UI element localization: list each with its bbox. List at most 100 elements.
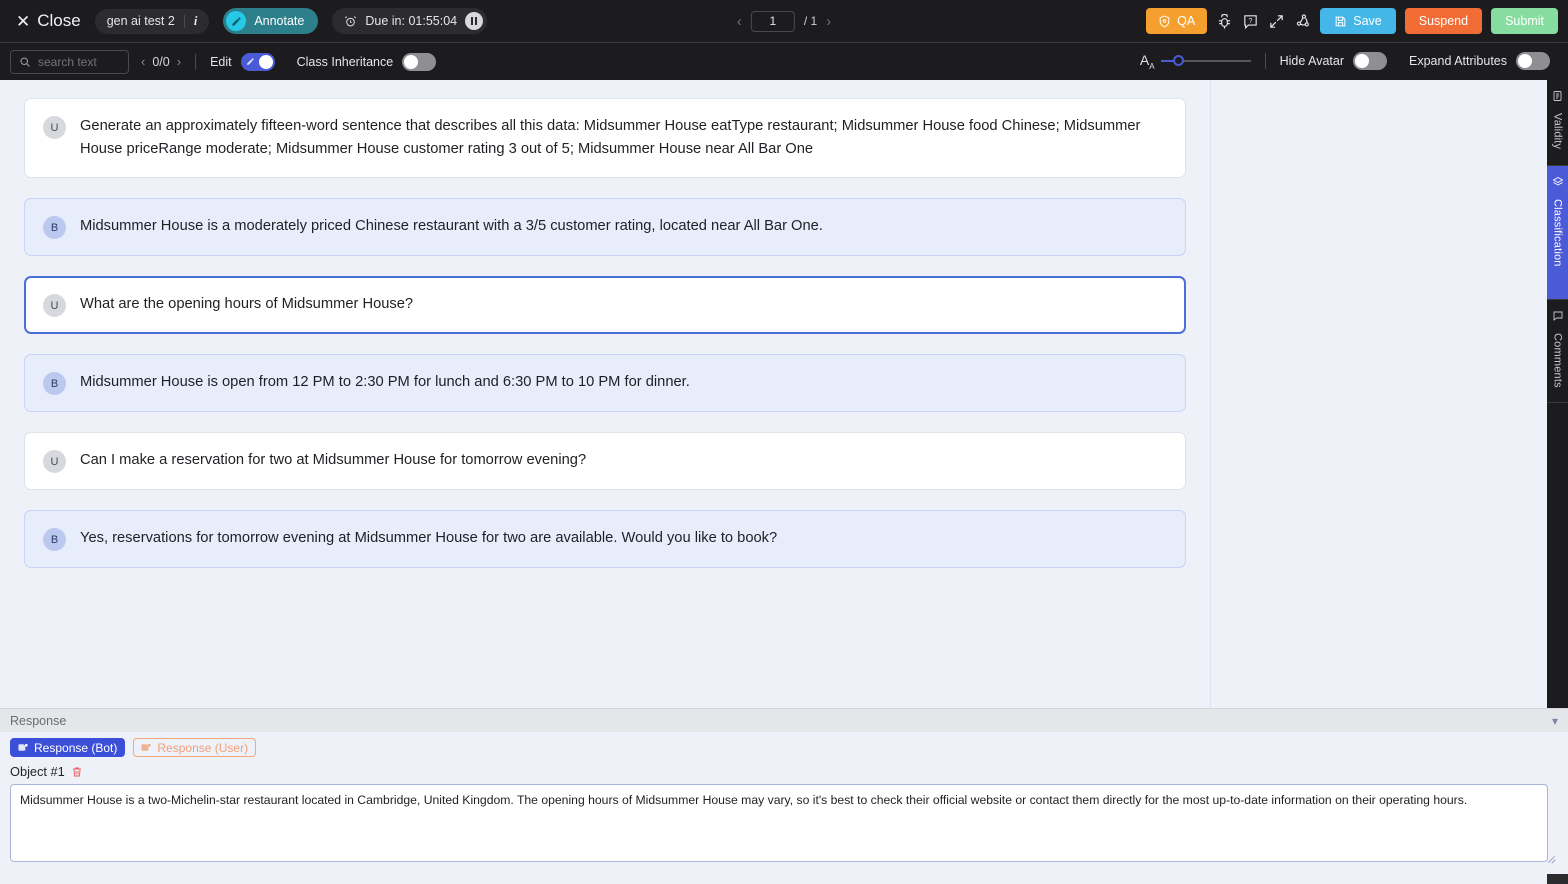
response-panel: Response ▾ Response (Bot) Response (User… [0,708,1568,884]
toggle-knob [258,54,273,69]
hide-avatar-label: Hide Avatar [1279,54,1345,69]
response-panel-header: Response ▾ [0,708,1568,732]
help-icon[interactable]: ? [1242,13,1259,30]
page-navigation: ‹ 1 / 1 › [737,10,831,32]
message-text: What are the opening hours of Midsummer … [80,296,414,312]
prev-match-icon[interactable]: ‹ [141,54,145,69]
search-input[interactable] [38,54,120,69]
annotate-button[interactable]: Annotate [223,8,319,34]
message-text: Yes, reservations for tomorrow evening a… [80,530,778,546]
sidebar-item-validity[interactable]: Validity [1547,80,1568,166]
comment-icon [1552,309,1564,327]
toggle-knob [404,54,419,69]
suspend-label: Suspend [1418,14,1469,28]
save-button[interactable]: Save [1320,8,1396,34]
sidebar-item-classification[interactable]: Classification [1547,166,1568,300]
sub-toolbar: ‹ 0/0 › Edit Class Inheritance AA Hide A… [0,43,1568,80]
message-bubble[interactable]: U Can I make a reservation for two at Mid… [24,432,1186,490]
info-icon[interactable]: i [194,14,197,29]
message-bubble[interactable]: U What are the opening hours of Midsummer… [24,276,1186,334]
alarm-clock-icon [344,15,357,28]
pencil-icon [245,56,257,68]
due-label: Due in: 01:55:04 [365,14,458,28]
message-text: Midsummer House is open from 12 PM to 2:… [80,374,690,390]
message-text: Midsummer House is a moderately priced C… [80,218,823,234]
due-timer: Due in: 01:55:04 [332,8,488,34]
conversation-canvas: U Generate an approximately fifteen-word … [0,80,1211,708]
message-text: Can I make a reservation for two at Mids… [80,452,587,468]
divider [1264,53,1266,70]
close-button[interactable]: ✕ Close [10,11,91,31]
object-label: Object #1 [10,764,65,779]
message-bubble[interactable]: B Midsummer House is open from 12 PM to 2… [24,354,1186,412]
pause-icon[interactable] [465,12,484,30]
next-match-icon[interactable]: › [177,54,181,69]
search-box[interactable] [10,49,129,74]
save-label: Save [1353,14,1382,28]
workspace: U Generate an approximately fifteen-word … [0,80,1568,708]
layers-icon [1552,175,1564,193]
font-size-slider[interactable] [1160,55,1251,67]
avatar: B [43,216,66,239]
message-text: Generate an approximately fifteen-word s… [80,118,1141,157]
page-input[interactable]: 1 [750,10,795,32]
top-toolbar: ✕ Close gen ai test 2 i Annotate Due in:… [0,0,1568,43]
sidebar-item-label: Validity [1551,113,1564,150]
font-size-icon: AA [1139,52,1155,71]
chevron-left-icon[interactable]: ‹ [737,13,742,30]
suspend-button[interactable]: Suspend [1404,8,1483,34]
resize-handle[interactable] [1546,854,1556,864]
chevron-down-icon[interactable]: ▾ [1552,714,1558,728]
response-panel-title: Response [10,713,67,728]
share-network-icon[interactable] [1294,13,1311,30]
close-label: Close [37,11,81,30]
edit-toggle[interactable] [240,52,275,71]
chip-response-bot[interactable]: Response (Bot) [10,738,126,757]
class-inheritance-toggle[interactable] [402,52,437,71]
object-row: Object #1 [10,764,1558,779]
response-textarea-wrap [10,784,1558,867]
right-side-tabs: Validity Classification Comments [1547,80,1568,708]
chip-label: Response (User) [157,740,249,755]
search-match-nav: ‹ 0/0 › [141,54,181,69]
toggle-knob [1355,54,1370,69]
expand-icon[interactable] [1268,13,1285,30]
response-type-chips: Response (Bot) Response (User) [10,738,1558,757]
tag-icon [18,742,29,753]
chip-label: Response (Bot) [34,740,118,755]
sidebar-item-label: Comments [1551,333,1564,388]
collapse-sidebar-button[interactable]: ‹ [1547,874,1568,884]
edit-label: Edit [210,54,232,69]
class-inheritance-label: Class Inheritance [296,54,394,69]
avatar: B [43,372,66,395]
bug-icon[interactable] [1216,13,1233,30]
message-bubble[interactable]: U Generate an approximately fifteen-word … [24,98,1186,178]
message-bubble[interactable]: B Midsummer House is a moderately priced … [24,198,1186,256]
response-textarea[interactable] [10,784,1548,862]
pencil-icon [226,11,247,31]
validity-icon [1552,89,1564,107]
shield-target-icon [1158,15,1171,28]
svg-text:?: ? [1249,16,1253,24]
slider-thumb[interactable] [1172,55,1184,67]
sidebar-item-comments[interactable]: Comments [1547,300,1568,403]
avatar: U [43,450,66,473]
expand-attributes-toggle[interactable] [1516,52,1550,71]
avatar: U [43,116,66,139]
message-bubble[interactable]: B Yes, reservations for tomorrow evening … [24,510,1186,568]
chevron-right-icon[interactable]: › [826,13,831,30]
trash-icon[interactable] [71,766,83,778]
top-actions: QA ? Save Suspend Submit [1146,8,1558,34]
chip-response-user[interactable]: Response (User) [133,738,257,757]
sidebar-item-label: Classification [1551,199,1564,267]
qa-label: QA [1177,14,1196,28]
annotate-label: Annotate [254,14,305,28]
hide-avatar-toggle[interactable] [1353,52,1388,71]
divider [195,53,197,70]
project-pill[interactable]: gen ai test 2 i [94,8,210,34]
close-icon: ✕ [16,11,31,31]
qa-button[interactable]: QA [1146,8,1208,34]
floppy-disk-icon [1334,15,1347,28]
search-icon [19,56,31,68]
submit-button[interactable]: Submit [1491,8,1558,34]
